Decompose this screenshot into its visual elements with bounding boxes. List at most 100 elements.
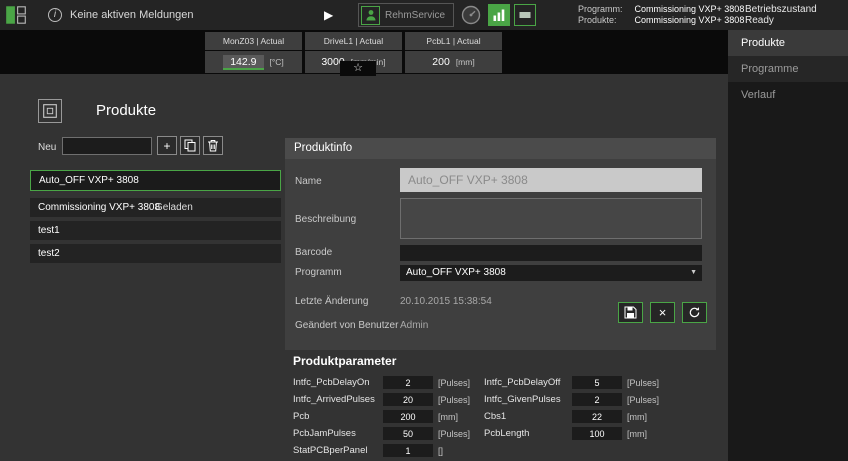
parameter-row: PcbJamPulses [Pulses] PcbLength [mm] xyxy=(285,425,716,442)
barcode-input[interactable] xyxy=(400,245,702,261)
info-icon: i xyxy=(48,8,62,22)
param-unit: [Pulses] xyxy=(627,378,669,388)
operating-state-value: Ready xyxy=(745,15,817,26)
tile-value-field[interactable]: 142.9 xyxy=(223,55,263,70)
loaded-program-info: Programm: Commissioning VXP+ 3808 Produk… xyxy=(578,4,744,26)
product-list-item[interactable]: Commissioning VXP+ 3808 Geladen xyxy=(30,198,281,217)
parameter-row: Intfc_ArrivedPulses [Pulses] Intfc_Given… xyxy=(285,391,716,408)
page-icon xyxy=(38,99,62,123)
service-user-label: RehmService xyxy=(385,10,445,21)
product-list: Auto_OFF VXP+ 3808 Commissioning VXP+ 38… xyxy=(30,170,281,267)
program-label: Programm: xyxy=(578,4,632,15)
bar-chart-icon xyxy=(492,8,506,22)
gauge-button[interactable] xyxy=(460,4,482,26)
parameter-row: Pcb [mm] Cbs1 [mm] xyxy=(285,408,716,425)
panel-title: Produktinfo xyxy=(285,138,716,159)
main-content: Produkte Neu + Auto_OFF VXP+ 3808 Commis… xyxy=(0,74,728,461)
param-unit: [Pulses] xyxy=(627,395,669,405)
user-service-button[interactable]: RehmService xyxy=(358,3,454,27)
param-input[interactable] xyxy=(383,444,433,457)
app-menu-icon[interactable] xyxy=(4,3,28,27)
param-unit: [mm] xyxy=(627,412,669,422)
tile-unit: [mm] xyxy=(456,57,475,67)
copy-product-button[interactable] xyxy=(180,136,200,155)
name-label: Name xyxy=(295,176,322,187)
changed-by-label: Geändert von Benutzer xyxy=(295,320,398,331)
last-change-label: Letzte Änderung xyxy=(295,296,368,307)
param-unit: [Pulses] xyxy=(438,378,480,388)
product-list-item[interactable]: test2 xyxy=(30,244,281,263)
param-input[interactable] xyxy=(572,393,622,406)
save-button[interactable] xyxy=(618,302,643,323)
tile-title: MonZ03 | Actual xyxy=(205,32,302,50)
chart-button[interactable] xyxy=(488,4,510,26)
machine-view-button[interactable] xyxy=(514,4,536,26)
sidebar-item-programme[interactable]: Programme xyxy=(728,56,848,82)
sidebar-item-produkte[interactable]: Produkte xyxy=(728,30,848,56)
description-textarea[interactable] xyxy=(400,198,702,239)
refresh-button[interactable] xyxy=(682,302,707,323)
refresh-icon xyxy=(688,306,701,319)
param-label: StatPCBperPanel xyxy=(293,445,383,456)
param-input[interactable] xyxy=(383,376,433,389)
product-parameters: Produktparameter Intfc_PcbDelayOn [Pulse… xyxy=(285,352,716,459)
app-screen: i Keine aktiven Meldungen ▶ RehmService xyxy=(0,0,848,461)
panels-icon xyxy=(4,3,28,27)
parameter-row: Intfc_PcbDelayOn [Pulses] Intfc_PcbDelay… xyxy=(285,374,716,391)
param-unit: [Pulses] xyxy=(438,395,480,405)
delete-product-button[interactable] xyxy=(203,136,223,155)
param-input[interactable] xyxy=(383,393,433,406)
param-input[interactable] xyxy=(572,376,622,389)
add-product-button[interactable]: + xyxy=(157,136,177,155)
last-change-value: 20.10.2015 15:38:54 xyxy=(400,296,492,307)
product-name: test2 xyxy=(38,248,60,259)
tile-value[interactable]: 200 xyxy=(432,56,450,68)
top-bar: i Keine aktiven Meldungen ▶ RehmService xyxy=(0,0,848,30)
new-product-label: Neu xyxy=(38,142,56,153)
param-input[interactable] xyxy=(572,410,622,423)
program-label: Programm xyxy=(295,267,342,278)
param-label: PcbJamPulses xyxy=(293,428,383,439)
tile-title: PcbL1 | Actual xyxy=(405,32,502,50)
param-label: Intfc_PcbDelayOff xyxy=(484,377,572,388)
product-name: test1 xyxy=(38,225,60,236)
param-unit: [mm] xyxy=(438,412,480,422)
program-dropdown[interactable]: Auto_OFF VXP+ 3808 ▼ xyxy=(400,265,702,281)
product-list-item[interactable]: test1 xyxy=(30,221,281,240)
expand-messages-button[interactable]: ▶ xyxy=(318,7,339,23)
param-unit: [] xyxy=(438,446,480,456)
gauge-icon xyxy=(460,4,482,26)
operating-state: Betriebszustand Ready xyxy=(745,4,817,26)
product-name-display: Auto_OFF VXP+ 3808 xyxy=(400,168,702,192)
panel-action-buttons: × xyxy=(618,302,707,323)
product-name: Commissioning VXP+ 3808 xyxy=(38,202,160,213)
param-unit: [Pulses] xyxy=(438,429,480,439)
changed-by-value: Admin xyxy=(400,320,428,331)
param-input[interactable] xyxy=(383,427,433,440)
user-icon xyxy=(361,6,380,25)
trash-icon xyxy=(207,139,219,152)
parameters-title: Produktparameter xyxy=(285,352,716,374)
param-label: PcbLength xyxy=(484,428,572,439)
parameter-row: StatPCBperPanel [] xyxy=(285,442,716,459)
product-name: Auto_OFF VXP+ 3808 xyxy=(39,175,139,186)
produkte-label: Produkte: xyxy=(578,15,632,26)
chevron-down-icon: ▼ xyxy=(690,265,697,281)
description-label: Beschreibung xyxy=(295,214,356,225)
program-value: Commissioning VXP+ 3808 xyxy=(635,4,745,14)
sidebar-item-verlauf[interactable]: Verlauf xyxy=(728,82,848,108)
nav-sidebar: Produkte Programme Verlauf xyxy=(728,30,848,461)
status-tile-monz03: MonZ03 | Actual 142.9 [°C] xyxy=(205,32,302,73)
tile-unit: [°C] xyxy=(270,57,284,67)
new-product-input[interactable] xyxy=(62,137,152,155)
param-input[interactable] xyxy=(383,410,433,423)
product-list-item[interactable]: Auto_OFF VXP+ 3808 xyxy=(30,170,281,191)
cancel-button[interactable]: × xyxy=(650,302,675,323)
param-input[interactable] xyxy=(572,427,622,440)
alarm-message: Keine aktiven Meldungen xyxy=(70,9,194,21)
status-strip: MonZ03 | Actual 142.9 [°C] DriveL1 | Act… xyxy=(0,30,728,74)
product-status-badge: Geladen xyxy=(155,198,193,217)
copy-icon xyxy=(184,139,196,152)
produkte-value: Commissioning VXP+ 3808 xyxy=(635,15,745,25)
barcode-label: Barcode xyxy=(295,247,332,258)
